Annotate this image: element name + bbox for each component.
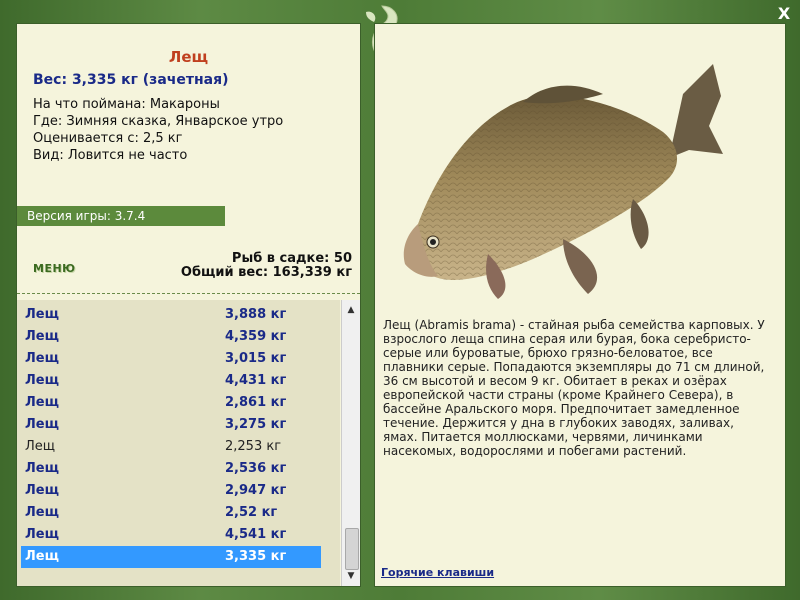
location-line: Где: Зимняя сказка, Январское утро [33,114,284,129]
keepnet-stats: Рыб в садке: 50 Общий вес: 163,339 кг [181,252,352,280]
rarity-line: Вид: Ловится не часто [33,148,188,163]
list-item-weight: 3,015 кг [225,351,287,366]
chevron-down-icon[interactable]: ▼ [343,568,359,584]
list-item[interactable]: Лещ 2,861 кг [21,392,321,414]
list-item-weight: 3,335 кг [225,549,287,564]
close-icon[interactable]: X [776,6,792,22]
list-item-name: Лещ [25,549,59,564]
list-item-name: Лещ [25,307,59,322]
scrollbar-thumb[interactable] [345,528,359,570]
chevron-up-icon[interactable]: ▲ [343,302,359,318]
game-version: Версия игры: 3.7.4 [17,206,225,226]
list-item[interactable]: Лещ 2,536 кг [21,458,321,480]
catch-info: На что поймана: Макароны Где: Зимняя ска… [33,96,283,164]
list-item-weight: 4,431 кг [225,373,287,388]
keepnet-count: Рыб в садке: 50 [231,251,352,266]
list-item-name: Лещ [25,505,59,520]
list-item[interactable]: Лещ 3,335 кг [21,546,321,568]
list-item[interactable]: Лещ 4,359 кг [21,326,321,348]
list-item[interactable]: Лещ 3,888 кг [21,304,321,326]
list-item-weight: 3,888 кг [225,307,287,322]
list-item-name: Лещ [25,461,59,476]
bait-line: На что поймана: Макароны [33,97,220,112]
list-item-name: Лещ [25,351,59,366]
list-item-name: Лещ [25,417,59,432]
list-item[interactable]: Лещ 3,275 кг [21,414,321,436]
keepnet-total: Общий вес: 163,339 кг [180,265,352,280]
list-item-name: Лещ [25,527,59,542]
list-item-name: Лещ [25,329,59,344]
list-item-weight: 2,253 кг [225,439,282,454]
list-item-weight: 2,536 кг [225,461,287,476]
fish-description: Лещ (Abramis brama) - стайная рыба семей… [383,318,765,458]
list-item-weight: 3,275 кг [225,417,287,432]
fish-info-panel: Лещ (Abramis brama) - стайная рыба семей… [374,23,786,587]
fish-name: Лещ [168,48,209,66]
list-item-weight: 2,947 кг [225,483,287,498]
list-item-name: Лещ [25,373,59,388]
list-item-name: Лещ [25,439,56,454]
menu-button[interactable]: МЕНЮ [33,262,76,275]
list-item-weight: 2,52 кг [225,505,278,520]
divider [17,293,360,295]
list-item-weight: 2,861 кг [225,395,287,410]
list-item[interactable]: Лещ 3,015 кг [21,348,321,370]
catch-panel: Лещ Вес: 3,335 кг (зачетная) На что пойм… [16,23,361,587]
list-item[interactable]: Лещ 4,541 кг [21,524,321,546]
list-item[interactable]: Лещ 2,947 кг [21,480,321,502]
fish-weight: Вес: 3,335 кг (зачетная) [33,72,229,88]
bream-image [403,64,723,299]
rated-line: Оценивается с: 2,5 кг [33,131,183,146]
catch-list[interactable]: Лещ 3,888 кг Лещ 4,359 кг Лещ 3,015 кг Лещ 4,43… [17,300,340,586]
list-item[interactable]: Лещ 2,253 кг [21,436,321,458]
list-scrollbar[interactable]: ▲ ▼ [341,300,360,586]
list-item[interactable]: Лещ 4,431 кг [21,370,321,392]
list-item-name: Лещ [25,483,59,498]
hotkeys-link[interactable]: Горячие клавиши [381,566,494,579]
list-item-weight: 4,359 кг [225,329,287,344]
list-item-name: Лещ [25,395,59,410]
list-item[interactable]: Лещ 2,52 кг [21,502,321,524]
list-item-weight: 4,541 кг [225,527,287,542]
